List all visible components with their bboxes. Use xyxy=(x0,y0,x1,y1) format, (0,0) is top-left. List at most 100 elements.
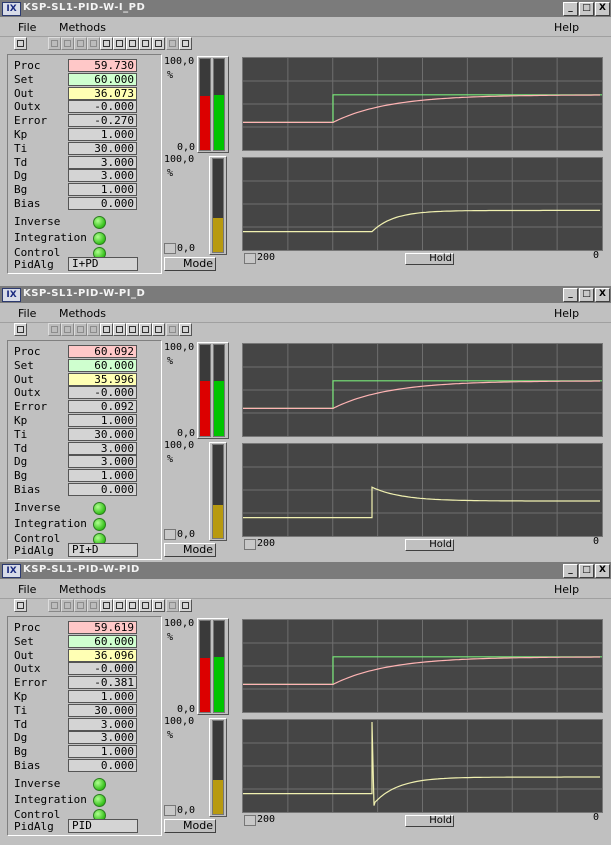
param-value-dg[interactable]: 3.000 xyxy=(68,169,137,183)
param-value-bg[interactable]: 1.000 xyxy=(68,183,137,197)
tool-d-icon[interactable] xyxy=(87,323,100,336)
tool-c-icon[interactable] xyxy=(74,323,87,336)
trend-graph-lower[interactable] xyxy=(242,157,603,251)
param-value-bias[interactable]: 0.000 xyxy=(68,197,137,210)
tool-help-icon[interactable] xyxy=(179,323,192,336)
minimize-button[interactable]: _ xyxy=(563,564,578,578)
mode-button[interactable]: Mode xyxy=(164,819,216,833)
maximize-button[interactable]: □ xyxy=(579,2,594,16)
flag-integration-led[interactable] xyxy=(93,793,106,807)
tool-table-icon[interactable] xyxy=(139,37,152,50)
menu-file[interactable]: File xyxy=(18,583,36,596)
tool-x-icon[interactable] xyxy=(113,323,126,336)
param-value-kp[interactable]: 1.000 xyxy=(68,414,137,427)
param-value-ti[interactable]: 30.000 xyxy=(68,427,137,441)
mode-button[interactable]: Mode xyxy=(164,257,216,271)
menu-file[interactable]: File xyxy=(18,307,36,320)
alg-select[interactable]: I+PD xyxy=(68,257,138,271)
trend-graph-upper[interactable] xyxy=(242,57,603,151)
param-value-td[interactable]: 3.000 xyxy=(68,441,137,455)
close-button[interactable]: X xyxy=(595,288,610,302)
alg-select[interactable]: PI+D xyxy=(68,543,138,557)
tool-d-icon[interactable] xyxy=(87,599,100,612)
param-value-td[interactable]: 3.000 xyxy=(68,155,137,169)
lower-scale-box[interactable] xyxy=(164,243,176,254)
trend-graph-lower[interactable] xyxy=(242,443,603,537)
tool-sigma-icon[interactable] xyxy=(100,37,113,50)
menu-methods[interactable]: Methods xyxy=(59,21,106,34)
tool-sigma-icon[interactable] xyxy=(100,323,113,336)
param-value-bg[interactable]: 1.000 xyxy=(68,469,137,483)
flag-integration-led[interactable] xyxy=(93,517,106,531)
flag-inverse-led[interactable] xyxy=(93,502,106,515)
tool-zero-icon[interactable] xyxy=(152,599,165,612)
tool-c-icon[interactable] xyxy=(74,37,87,50)
tool-a-icon[interactable] xyxy=(48,599,61,612)
menu-file[interactable]: File xyxy=(18,21,36,34)
title-bar[interactable]: IX KSP-SL1-PID-W-PID _ □ X xyxy=(0,562,611,579)
param-value-out[interactable]: 36.096 xyxy=(68,648,137,662)
param-value-ti[interactable]: 30.000 xyxy=(68,703,137,717)
param-value-bias[interactable]: 0.000 xyxy=(68,483,137,496)
tool-trend-icon[interactable] xyxy=(126,599,139,612)
param-value-bg[interactable]: 1.000 xyxy=(68,745,137,759)
tool-a-icon[interactable] xyxy=(48,37,61,50)
param-value-dg[interactable]: 3.000 xyxy=(68,455,137,469)
tool-zero-icon[interactable] xyxy=(152,323,165,336)
tool-x-icon[interactable] xyxy=(113,599,126,612)
menu-help[interactable]: Help xyxy=(554,21,579,34)
maximize-button[interactable]: □ xyxy=(579,564,594,578)
trend-graph-upper[interactable] xyxy=(242,343,603,437)
param-value-dg[interactable]: 3.000 xyxy=(68,731,137,745)
hold-button[interactable]: Hold xyxy=(405,539,454,551)
tool-info-icon[interactable] xyxy=(14,599,27,612)
menu-help[interactable]: Help xyxy=(554,583,579,596)
lower-scale-box[interactable] xyxy=(164,805,176,816)
tool-b-icon[interactable] xyxy=(61,323,74,336)
tool-a-icon[interactable] xyxy=(48,323,61,336)
tool-table-icon[interactable] xyxy=(139,599,152,612)
alg-select[interactable]: PID xyxy=(68,819,138,833)
param-value-kp[interactable]: 1.000 xyxy=(68,690,137,703)
maximize-button[interactable]: □ xyxy=(579,288,594,302)
tool-x-icon[interactable] xyxy=(113,37,126,50)
tool-sigma-icon[interactable] xyxy=(100,599,113,612)
flag-inverse-led[interactable] xyxy=(93,216,106,229)
param-value-set[interactable]: 60.000 xyxy=(68,634,137,648)
hold-button[interactable]: Hold xyxy=(405,253,454,265)
tool-disk-icon[interactable] xyxy=(166,37,179,50)
param-value-td[interactable]: 3.000 xyxy=(68,717,137,731)
param-value-set[interactable]: 60.000 xyxy=(68,358,137,372)
tool-zero-icon[interactable] xyxy=(152,37,165,50)
param-value-out[interactable]: 35.996 xyxy=(68,372,137,386)
tool-help-icon[interactable] xyxy=(179,37,192,50)
menu-methods[interactable]: Methods xyxy=(59,583,106,596)
flag-integration-led[interactable] xyxy=(93,231,106,245)
flag-inverse-led[interactable] xyxy=(93,778,106,791)
tool-trend-icon[interactable] xyxy=(126,323,139,336)
tool-info-icon[interactable] xyxy=(14,323,27,336)
param-value-set[interactable]: 60.000 xyxy=(68,72,137,86)
trend-graph-upper[interactable] xyxy=(242,619,603,713)
time-scale-box[interactable] xyxy=(244,815,256,826)
tool-d-icon[interactable] xyxy=(87,37,100,50)
minimize-button[interactable]: _ xyxy=(563,2,578,16)
tool-disk-icon[interactable] xyxy=(166,323,179,336)
param-value-out[interactable]: 36.073 xyxy=(68,86,137,100)
param-value-bias[interactable]: 0.000 xyxy=(68,759,137,772)
title-bar[interactable]: IX KSP-SL1-PID-W-I_PD _ □ X xyxy=(0,0,611,17)
tool-table-icon[interactable] xyxy=(139,323,152,336)
close-button[interactable]: X xyxy=(595,564,610,578)
lower-scale-box[interactable] xyxy=(164,529,176,540)
tool-b-icon[interactable] xyxy=(61,599,74,612)
param-value-ti[interactable]: 30.000 xyxy=(68,141,137,155)
tool-info-icon[interactable] xyxy=(14,37,27,50)
menu-help[interactable]: Help xyxy=(554,307,579,320)
menu-methods[interactable]: Methods xyxy=(59,307,106,320)
time-scale-box[interactable] xyxy=(244,539,256,550)
tool-trend-icon[interactable] xyxy=(126,37,139,50)
trend-graph-lower[interactable] xyxy=(242,719,603,813)
hold-button[interactable]: Hold xyxy=(405,815,454,827)
tool-b-icon[interactable] xyxy=(61,37,74,50)
tool-disk-icon[interactable] xyxy=(166,599,179,612)
